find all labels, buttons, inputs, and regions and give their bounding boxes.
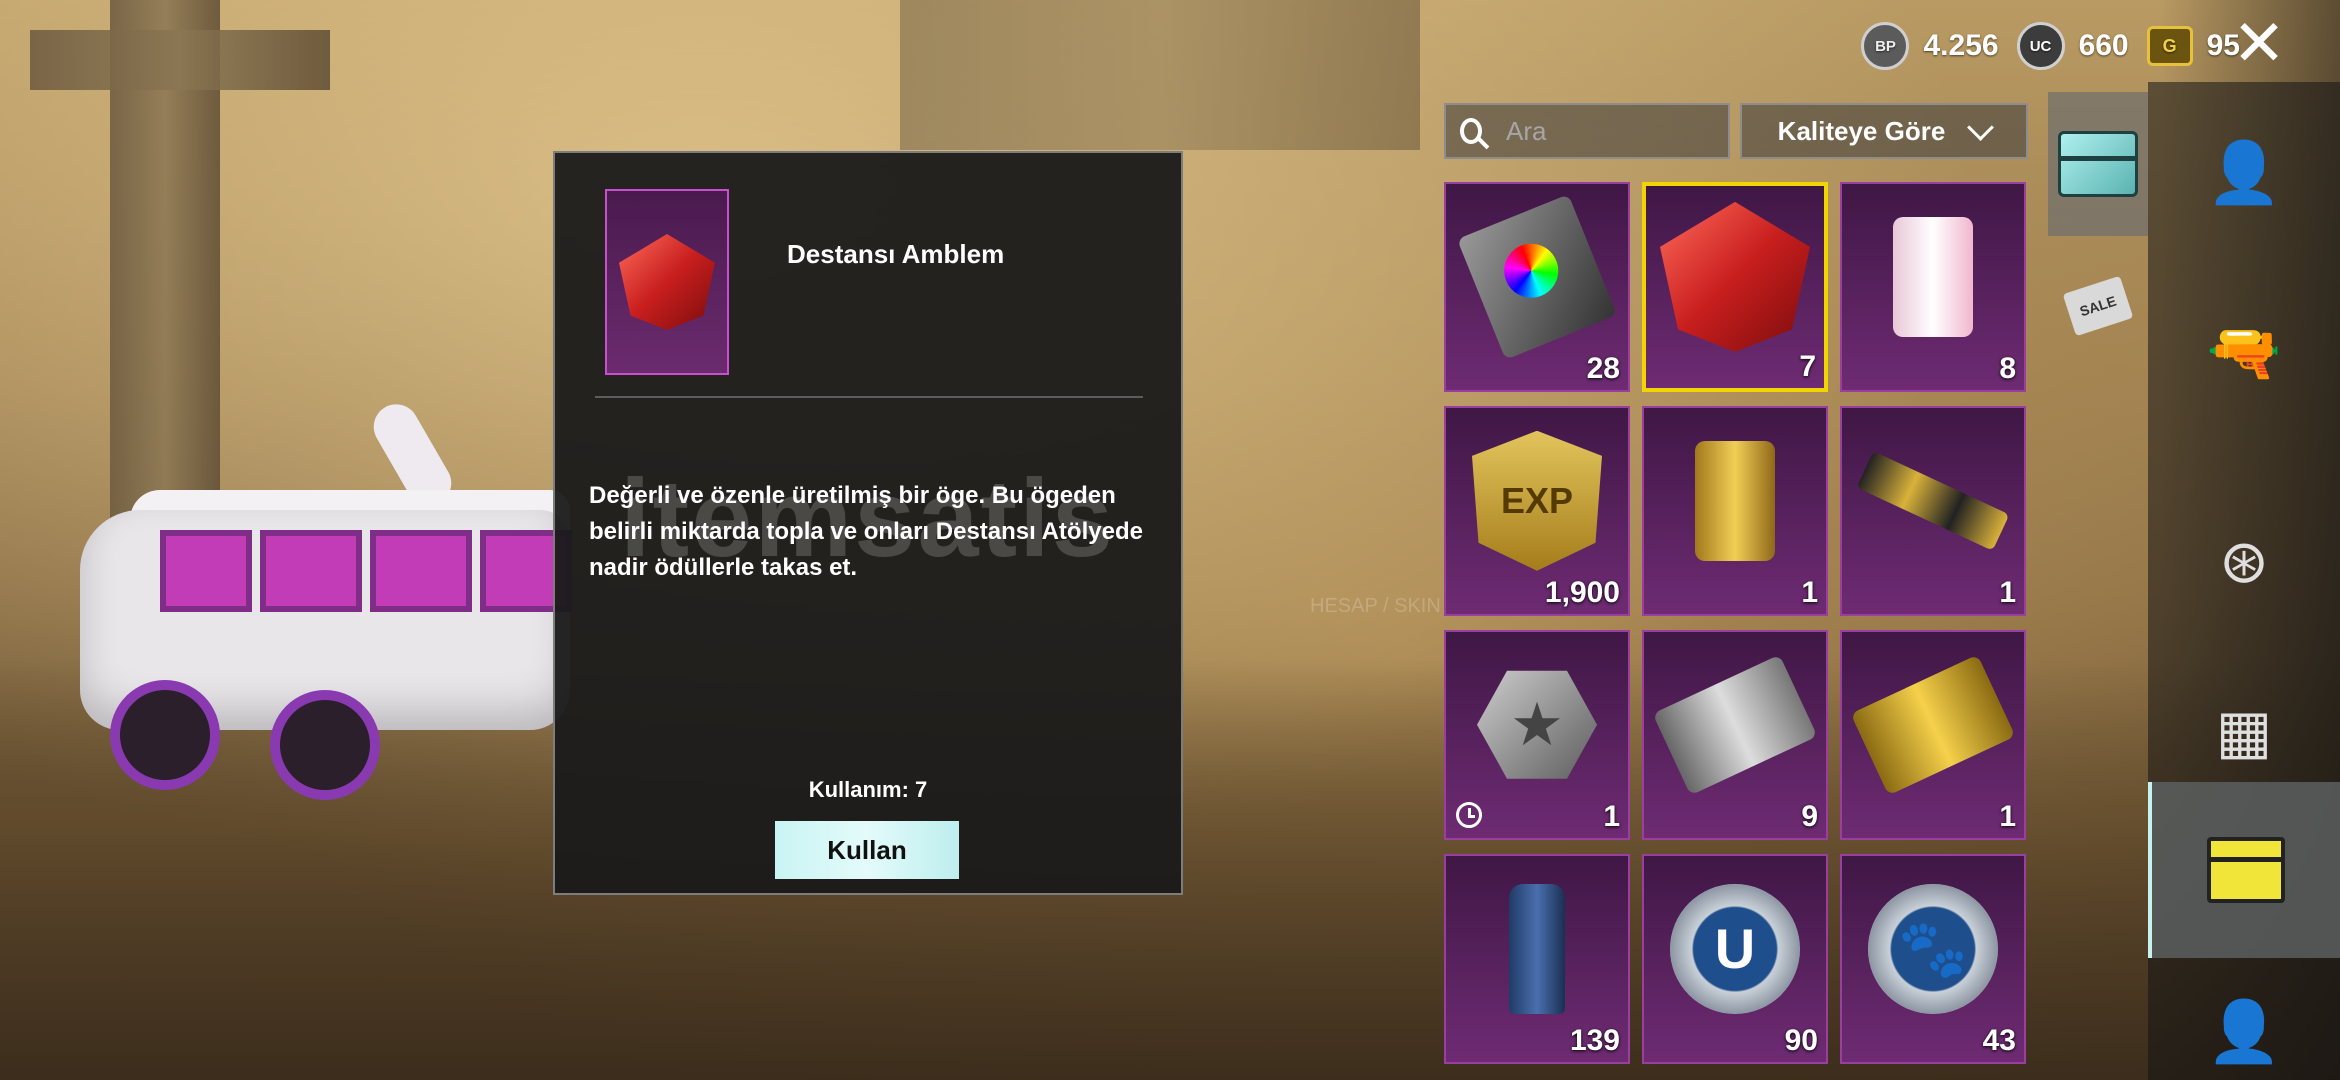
inventory-item[interactable]: 1 — [1840, 630, 2026, 840]
search-input[interactable] — [1504, 114, 1728, 148]
item-quantity: 28 — [1586, 352, 1620, 385]
silver-coin-icon: U — [1670, 883, 1800, 1014]
usage-count: Kullanım: 7 — [808, 777, 928, 802]
vehicle-bus-skin — [70, 396, 572, 800]
item-quantity: 1 — [1801, 576, 1818, 609]
sale-tag-icon[interactable]: SALE — [2062, 275, 2134, 337]
item-quantity: 8 — [1999, 352, 2016, 385]
inventory-item-selected[interactable]: 7 — [1642, 182, 1828, 392]
tab-vehicle[interactable]: ⊛ — [2148, 482, 2340, 642]
uc-currency[interactable]: UC 660 — [2016, 22, 2129, 70]
sort-dropdown[interactable]: Kaliteye Göre — [1740, 103, 2028, 159]
divider — [595, 396, 1143, 398]
supply-crate-ticket-icon — [1652, 654, 1818, 796]
timer-icon — [1456, 802, 1482, 828]
crate-tab[interactable] — [2048, 92, 2148, 236]
epic-emblem-gem-icon — [1660, 201, 1810, 352]
item-title: Destansı Amblem — [787, 239, 1005, 269]
background-ruin-arch — [30, 30, 330, 90]
pistol-icon: 🔫 — [2206, 318, 2282, 386]
item-quantity: 9 — [1801, 800, 1818, 833]
avatar-icon: 👤 — [2206, 997, 2282, 1065]
inventory-item[interactable]: 139 — [1444, 854, 1630, 1064]
epic-emblem-gem-icon — [619, 234, 715, 330]
chevron-down-icon — [1967, 113, 1995, 141]
uc-amount: 660 — [2078, 29, 2129, 62]
exp-card-icon: EXP — [1472, 430, 1602, 571]
color-card-icon — [1457, 193, 1617, 360]
inventory-item[interactable]: 🐾 43 — [1840, 854, 2026, 1064]
use-button[interactable]: Kullan — [775, 821, 959, 879]
steering-wheel-icon: ⊛ — [2218, 528, 2270, 595]
tab-weapon[interactable]: 🔫 — [2148, 262, 2340, 442]
item-thumbnail — [605, 189, 729, 375]
tab-inventory[interactable] — [2148, 782, 2340, 958]
g-currency[interactable]: G 95 — [2146, 26, 2240, 66]
bus-window — [260, 530, 362, 612]
bus-window — [160, 530, 252, 612]
pink-heart-can-icon — [1893, 216, 1973, 337]
category-sidebar: 👤 🔫 ⊛ ▦ 👤 — [2148, 82, 2340, 1080]
inventory-item[interactable]: 9 — [1642, 630, 1828, 840]
inventory-item[interactable]: 28 — [1444, 182, 1630, 392]
bus-window — [370, 530, 472, 612]
paw-coin-icon: 🐾 — [1868, 883, 1998, 1014]
search-box[interactable] — [1444, 103, 1730, 159]
inventory-item[interactable]: U 90 — [1642, 854, 1828, 1064]
item-quantity: 7 — [1799, 350, 1816, 383]
inventory-item[interactable]: ★ 1 — [1444, 630, 1630, 840]
inventory-grid: 28 7 8 EXP 1,900 1 1 ★ 1 9 1 139 U 90 🐾 … — [1444, 182, 2026, 1064]
watermark: itemsatis — [620, 457, 1115, 580]
item-quantity: 1,900 — [1544, 576, 1620, 609]
background-cliff — [900, 0, 1420, 150]
silver-star-fragment-icon: ★ — [1477, 670, 1597, 779]
item-quantity: 1 — [1999, 800, 2016, 833]
bp-amount: 4.256 — [1923, 29, 1999, 62]
item-quantity: 1 — [1999, 576, 2016, 609]
bus-wheel — [110, 680, 220, 790]
spray-can-icon — [1509, 883, 1565, 1014]
search-icon — [1460, 118, 1482, 144]
uc-icon: UC — [2016, 22, 2065, 70]
item-quantity: 43 — [1982, 1024, 2016, 1057]
crate-icon — [2058, 131, 2138, 197]
gold-gun-skin-icon — [1856, 450, 2010, 551]
inventory-item[interactable]: 1 — [1642, 406, 1828, 616]
item-quantity: 90 — [1784, 1024, 1818, 1057]
tab-avatar[interactable]: 👤 — [2148, 982, 2340, 1080]
premium-crate-ticket-icon — [1850, 654, 2016, 796]
inventory-item[interactable]: 1 — [1840, 406, 2026, 616]
currency-bar: BP 4.256 UC 660 G 95 — [1861, 22, 2240, 70]
tab-outfit[interactable]: 👤 — [2148, 82, 2340, 262]
item-quantity: 1 — [1603, 800, 1620, 833]
inventory-item[interactable]: 8 — [1840, 182, 2026, 392]
bp-icon: BP — [1861, 22, 1910, 70]
bus-wheel — [270, 690, 380, 800]
bp-currency: BP 4.256 — [1861, 22, 1999, 70]
gold-can-icon — [1695, 440, 1775, 561]
g-coin-icon: G — [2146, 26, 2193, 66]
outfit-icon: 👤 — [2206, 138, 2282, 206]
item-quantity: 139 — [1569, 1024, 1620, 1057]
sort-label: Kaliteye Göre — [1777, 115, 1946, 146]
close-icon[interactable]: ✕ — [2230, 11, 2288, 75]
inventory-box-icon — [2207, 837, 2285, 903]
rank-badge-icon: ▦ — [2215, 698, 2273, 765]
inventory-item[interactable]: EXP 1,900 — [1444, 406, 1630, 616]
